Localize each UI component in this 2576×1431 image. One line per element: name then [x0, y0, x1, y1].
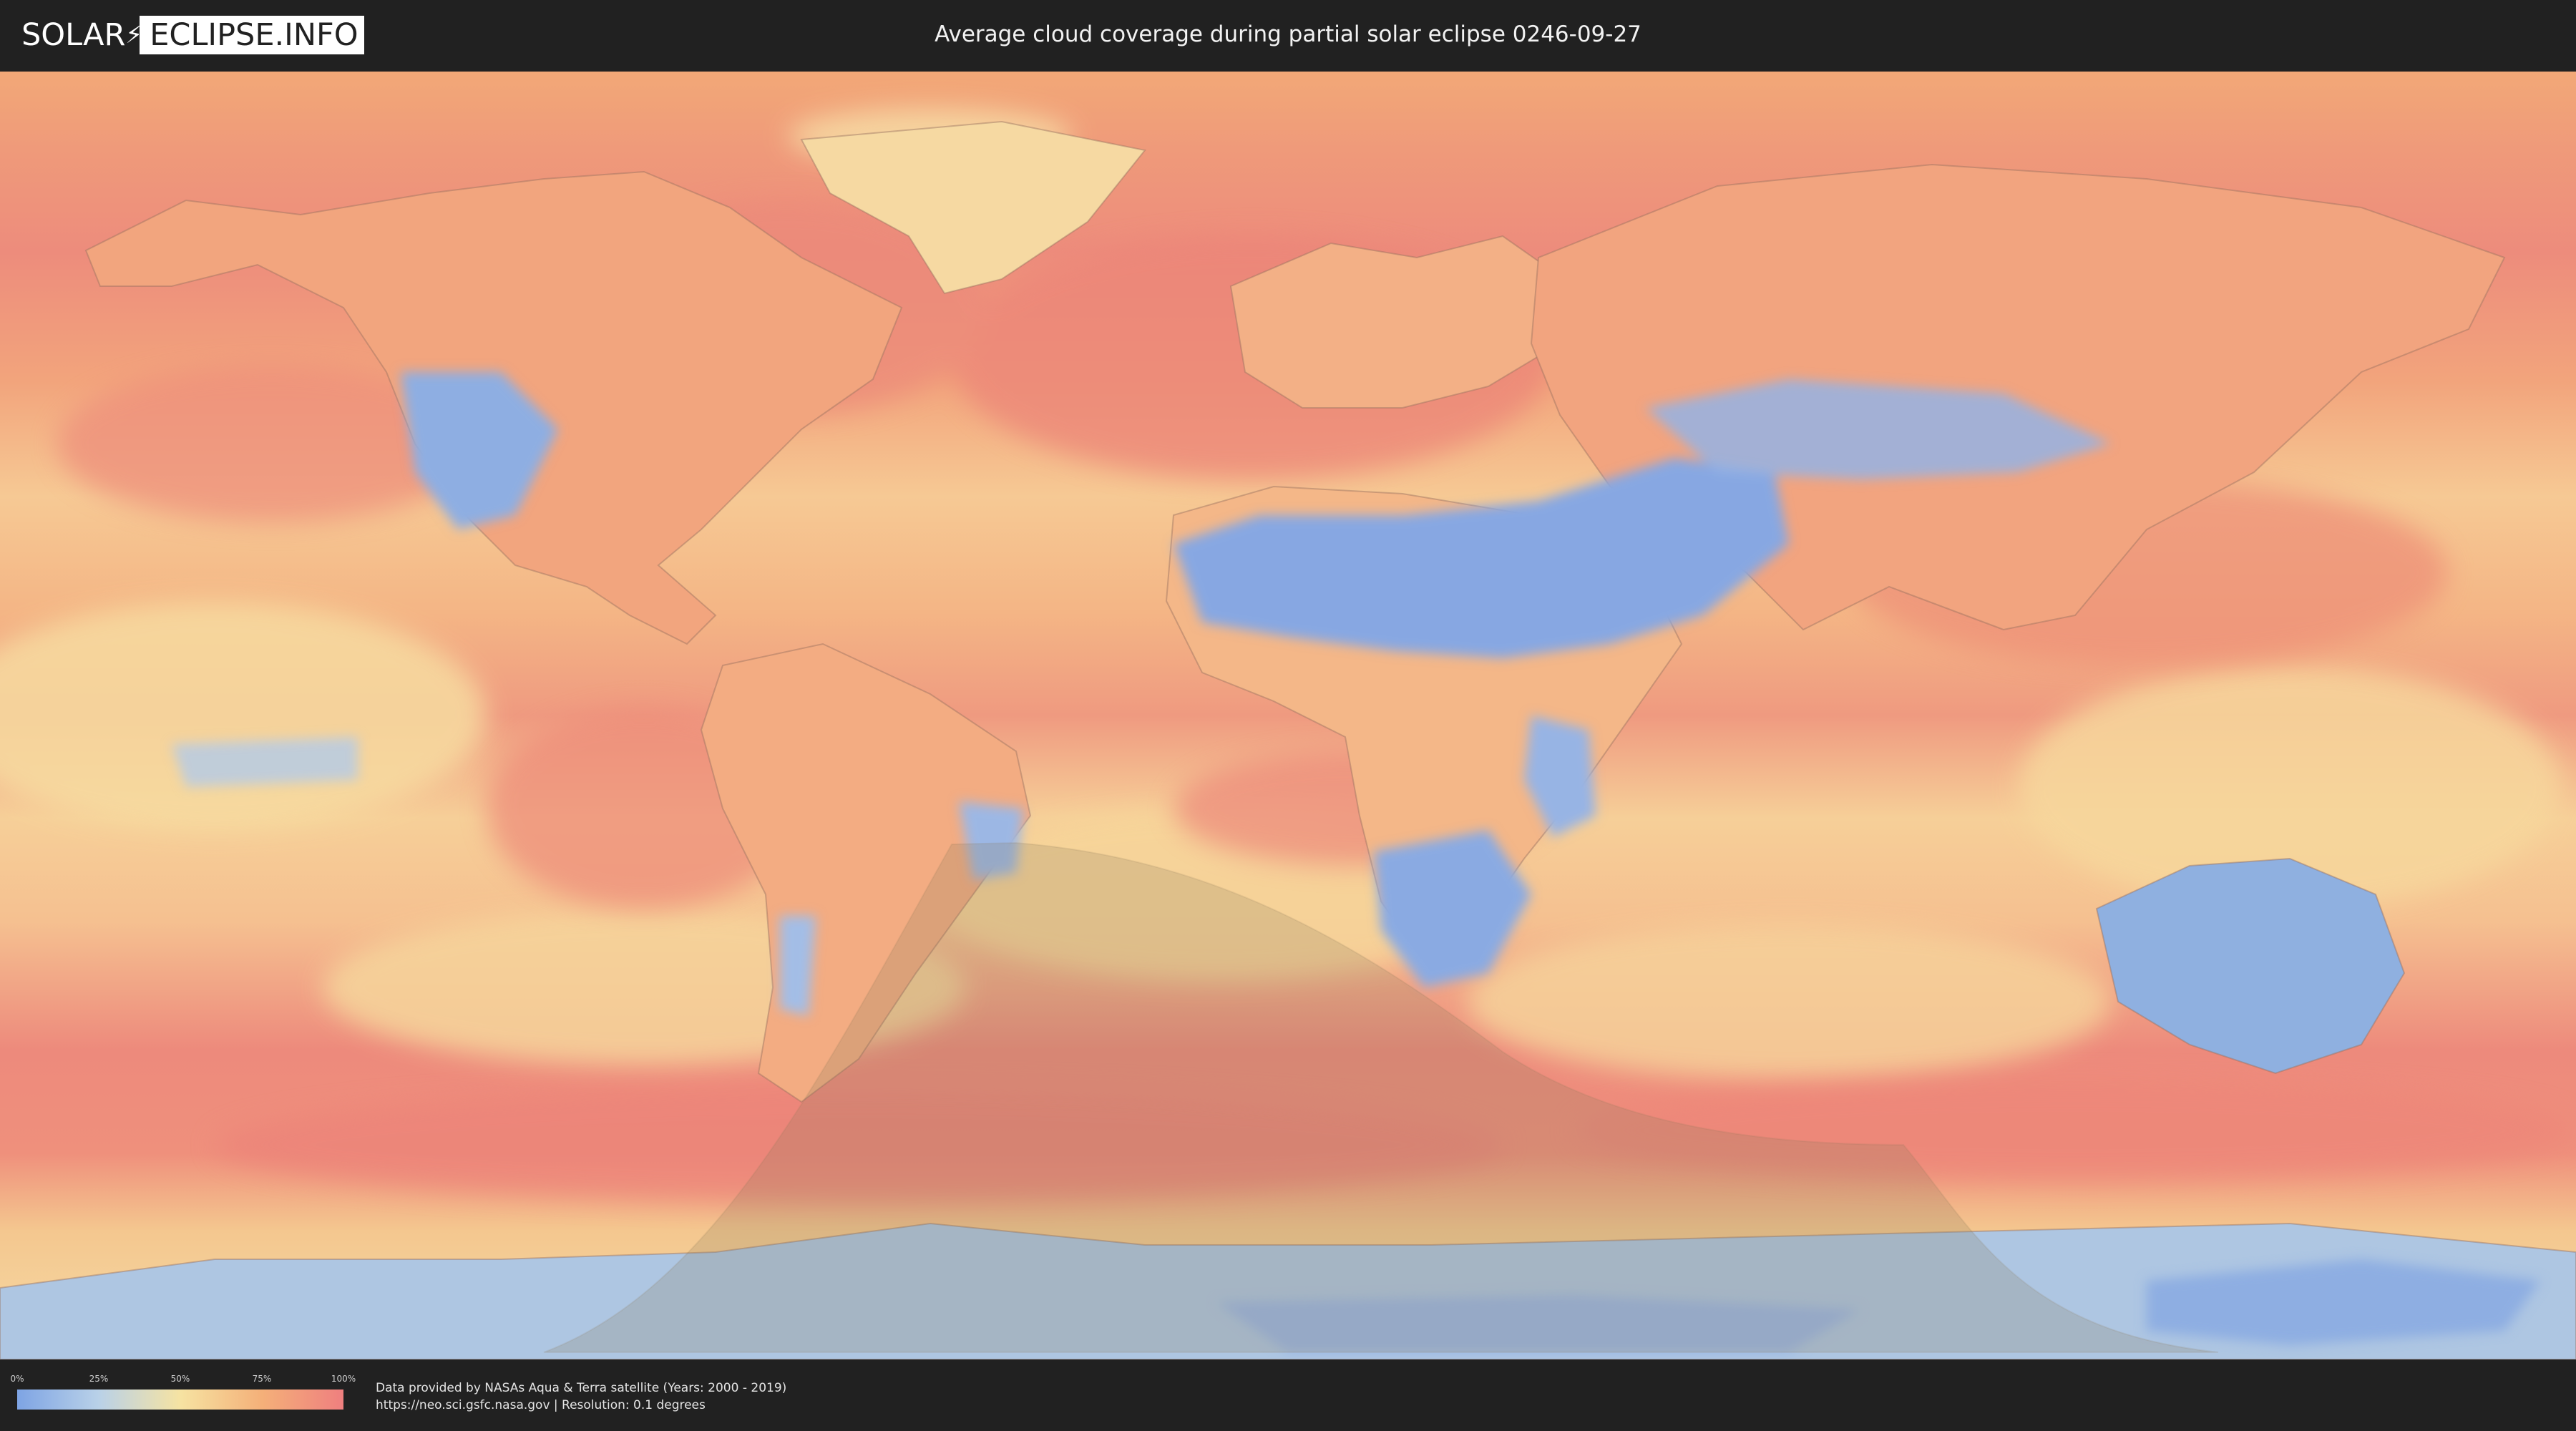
legend-tick-0: 0%	[10, 1374, 24, 1384]
cloud-cover-legend: 0% 25% 50% 75% 100%	[10, 1374, 356, 1410]
legend-color-bar	[17, 1390, 343, 1410]
cloud-coverage-map[interactable]	[0, 72, 2576, 1359]
credit-line-source: Data provided by NASAs Aqua & Terra sate…	[376, 1381, 787, 1395]
page: SOLAR ⚡ ECLIPSE.INFO Average cloud cover…	[0, 0, 2576, 1431]
legend-tick-25: 25%	[89, 1374, 109, 1384]
map-canvas	[0, 72, 2576, 1359]
legend-tick-50: 50%	[170, 1374, 190, 1384]
page-title: Average cloud coverage during partial so…	[935, 21, 1641, 47]
credit-line-url[interactable]: https://neo.sci.gsfc.nasa.gov | Resoluti…	[376, 1397, 786, 1414]
clear-east-pacific	[172, 737, 358, 787]
data-credits: Data provided by NASAs Aqua & Terra sate…	[376, 1379, 786, 1414]
header-bar: SOLAR ⚡ ECLIPSE.INFO Average cloud cover…	[0, 0, 2576, 72]
legend-tick-75: 75%	[252, 1374, 272, 1384]
legend-tick-100: 100%	[331, 1374, 356, 1384]
footer-bar: 0% 25% 50% 75% 100% Data provided by NAS…	[0, 1359, 2576, 1431]
lightning-icon: ⚡	[125, 21, 143, 49]
legend-tick-row: 0% 25% 50% 75% 100%	[10, 1374, 356, 1387]
